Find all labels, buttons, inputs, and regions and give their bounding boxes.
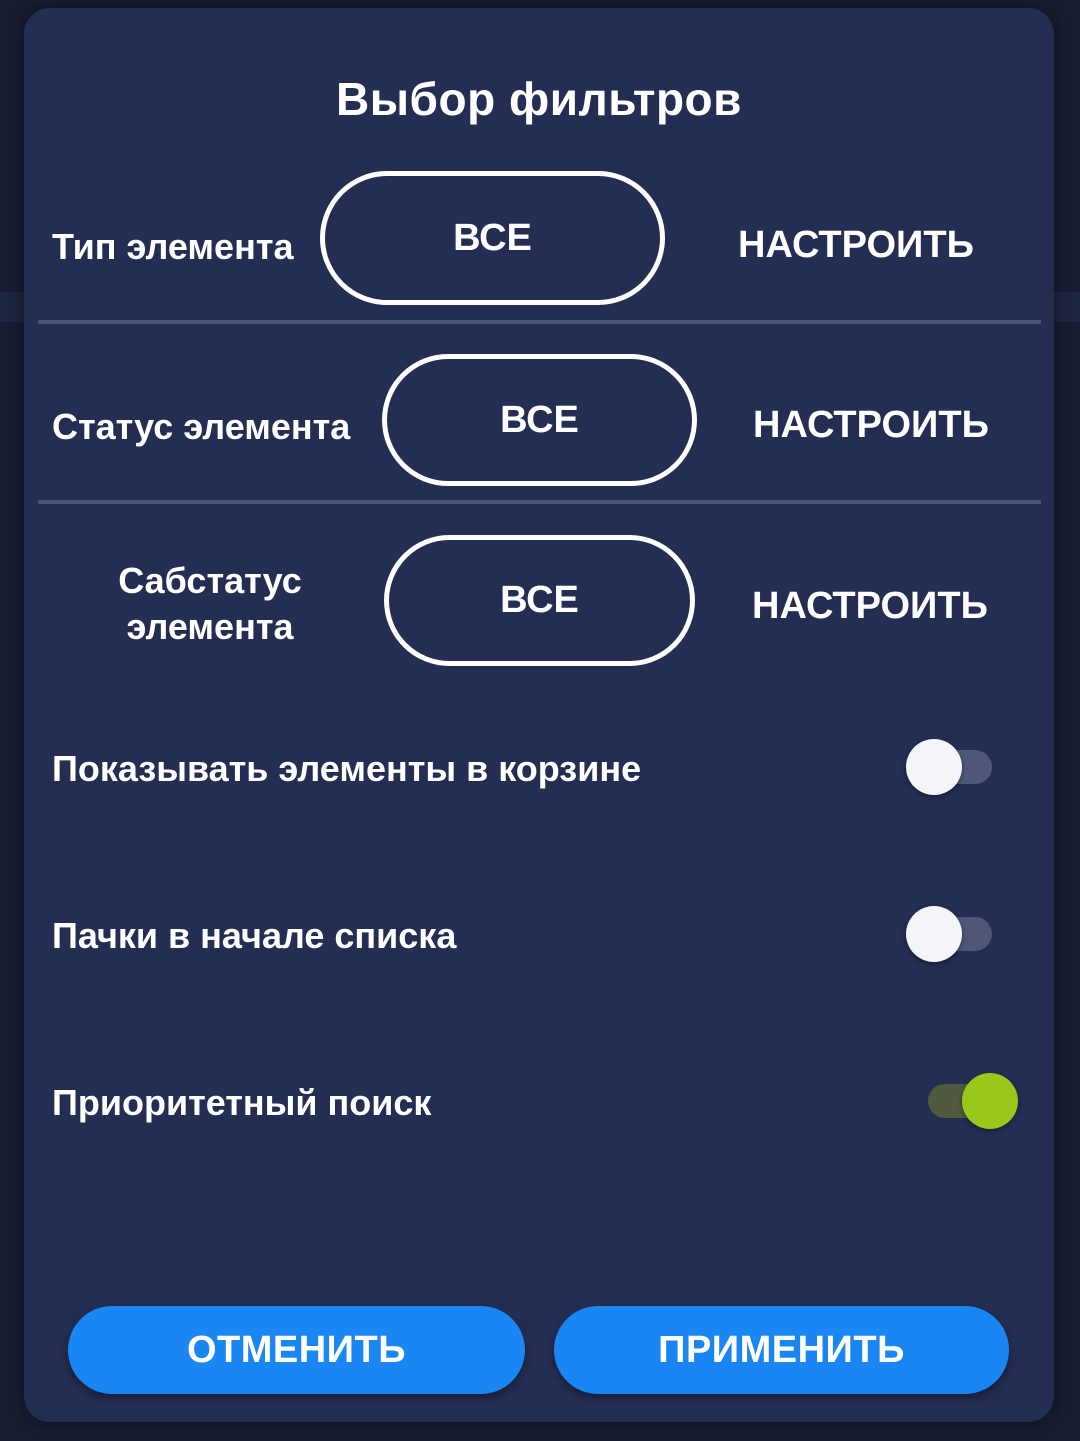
element-status-value-button[interactable]: ВСЕ (382, 354, 697, 486)
filter-label-element-type: Тип элемента (52, 226, 294, 267)
cancel-button[interactable]: ОТМЕНИТЬ (68, 1306, 525, 1394)
toggle-thumb (906, 739, 962, 795)
element-type-value-button[interactable]: ВСЕ (320, 171, 665, 305)
divider (38, 500, 1041, 504)
priority-search-toggle[interactable] (928, 1067, 1018, 1129)
element-type-configure-button[interactable]: НАСТРОИТЬ (738, 224, 974, 267)
apply-button[interactable]: ПРИМЕНИТЬ (554, 1306, 1009, 1394)
show-in-trash-toggle[interactable] (906, 733, 996, 795)
filter-dialog: Выбор фильтров Тип элемента ВСЕ НАСТРОИТ… (24, 8, 1054, 1422)
filter-label-element-status: Статус элемента (52, 406, 351, 447)
dialog-title: Выбор фильтров (336, 73, 742, 125)
toggle-thumb (962, 1073, 1018, 1129)
element-status-configure-button[interactable]: НАСТРОИТЬ (753, 404, 989, 447)
toggle-label-priority-search: Приоритетный поиск (52, 1082, 432, 1123)
divider (38, 320, 1041, 324)
packs-first-toggle[interactable] (906, 900, 996, 962)
filter-label-element-substatus: Сабстатус элемента (118, 560, 302, 647)
element-substatus-value-button[interactable]: ВСЕ (384, 535, 695, 666)
toggle-label-show-in-trash: Показывать элементы в корзине (52, 748, 642, 789)
toggle-label-packs-first: Пачки в начале списка (52, 915, 457, 956)
element-substatus-configure-button[interactable]: НАСТРОИТЬ (752, 585, 988, 628)
toggle-thumb (906, 906, 962, 962)
